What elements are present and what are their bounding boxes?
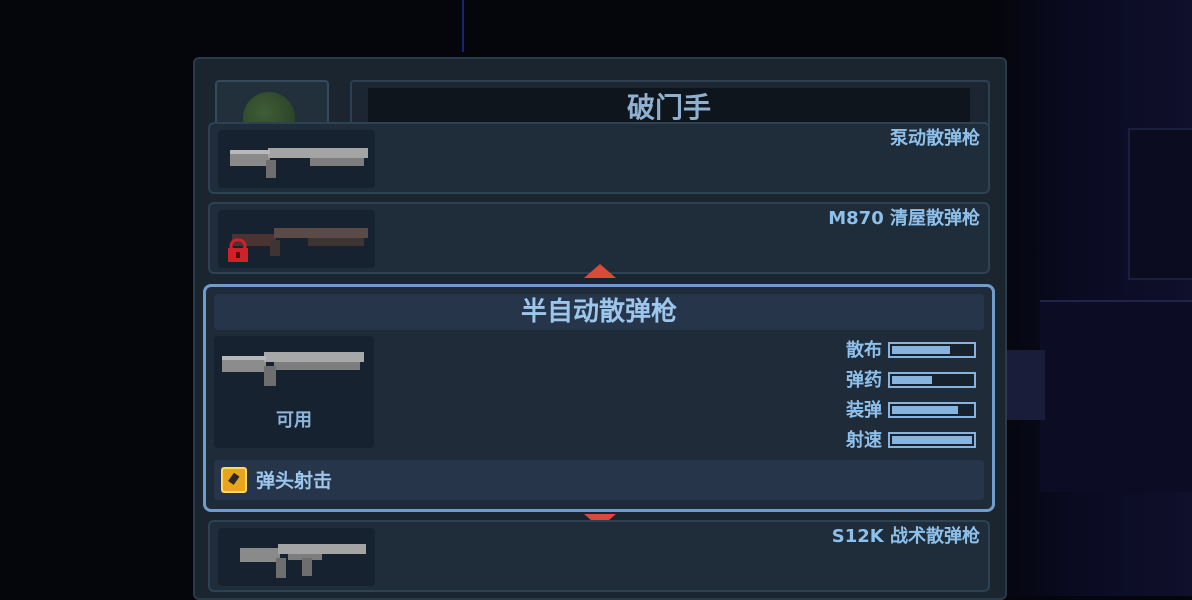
weapon-icon-cell xyxy=(218,130,375,188)
stat-label: 射速 xyxy=(846,430,882,451)
stat-label: 装弹 xyxy=(846,400,882,421)
background-window xyxy=(1128,128,1192,280)
weapon-name: M870 清屋散弹枪 xyxy=(828,208,980,229)
arrow-up-icon[interactable] xyxy=(584,264,616,278)
stat-row: 装弹 xyxy=(820,398,980,424)
selected-weapon-name: 半自动散弹枪 xyxy=(520,297,677,327)
stat-fill xyxy=(892,376,932,384)
stat-row: 散布 xyxy=(820,338,980,364)
stat-label: 弹药 xyxy=(846,370,882,391)
weapon-status: 可用 xyxy=(276,410,312,431)
weapon-row-s12k[interactable]: S12K 战术散弹枪 xyxy=(208,520,990,592)
stat-fill xyxy=(892,406,958,414)
stat-fill xyxy=(892,346,950,354)
tactical-shotgun-icon xyxy=(240,544,366,578)
background-door xyxy=(1005,350,1045,420)
stat-bar xyxy=(888,342,976,358)
stat-bar xyxy=(888,402,976,418)
background-wall xyxy=(1040,300,1192,492)
weapon-name: S12K 战术散弹枪 xyxy=(831,526,980,547)
weapon-row-pump-shotgun[interactable]: 泵动散弹枪 xyxy=(208,122,990,194)
shotgun-icon xyxy=(230,148,368,178)
lock-icon xyxy=(228,238,248,262)
stat-fill xyxy=(892,436,972,444)
stat-label: 散布 xyxy=(846,340,882,361)
background-beam xyxy=(462,0,464,52)
weapon-name: 泵动散弹枪 xyxy=(890,128,980,149)
skill-label: 弹头射击 xyxy=(256,470,333,492)
bullet-skill-icon xyxy=(221,467,247,493)
weapon-icon-cell xyxy=(218,528,375,586)
weapon-icon-cell xyxy=(218,210,375,268)
background-scene xyxy=(1000,0,1192,596)
stat-bar xyxy=(888,372,976,388)
stat-row: 弹药 xyxy=(820,368,980,394)
stat-row: 射速 xyxy=(820,428,980,454)
stat-bar xyxy=(888,432,976,448)
semi-auto-shotgun-icon xyxy=(222,352,364,386)
